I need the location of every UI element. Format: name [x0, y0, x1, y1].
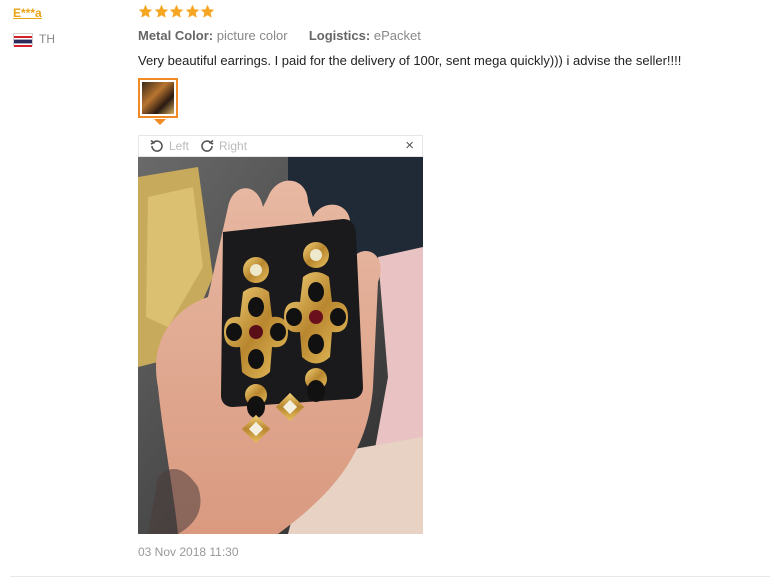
rotate-left-icon	[150, 139, 163, 152]
rating-stars	[138, 4, 216, 19]
star-icon	[185, 4, 199, 18]
thumbnail-image	[142, 82, 174, 114]
logistics-value: ePacket	[373, 28, 421, 43]
rotate-left-button[interactable]: Left	[149, 138, 189, 154]
star-icon	[200, 4, 215, 18]
metal-color-value: picture color	[216, 28, 288, 43]
photo-viewer-toolbar: Left Right ×	[138, 135, 423, 157]
star-icon	[169, 4, 184, 18]
review-photo	[138, 157, 423, 534]
review-text: Very beautiful earrings. I paid for the …	[138, 53, 682, 68]
review-attributes: Metal Color: picture color Logistics: eP…	[138, 28, 421, 43]
logistics-label: Logistics:	[308, 28, 371, 43]
rotate-right-label: Right	[219, 139, 248, 153]
close-icon[interactable]: ×	[405, 138, 414, 154]
review-photo-thumbnail[interactable]	[138, 78, 178, 118]
metal-color-label: Metal Color:	[138, 28, 214, 43]
review-date: 03 Nov 2018 11:30	[138, 545, 239, 559]
rotate-left-label: Left	[169, 139, 190, 153]
rotate-right-icon	[201, 139, 214, 152]
country-code: TH	[39, 32, 55, 46]
star-icon	[138, 4, 153, 18]
reviewer-country: TH	[13, 32, 55, 47]
thumbnail-selected-indicator	[154, 119, 166, 125]
star-icon	[154, 4, 168, 18]
review-divider	[10, 576, 770, 577]
thailand-flag-icon	[13, 32, 33, 47]
reviewer-name[interactable]: E***a	[13, 6, 42, 20]
rotate-right-button[interactable]: Right	[199, 138, 247, 154]
earrings-photo-image	[138, 157, 423, 534]
